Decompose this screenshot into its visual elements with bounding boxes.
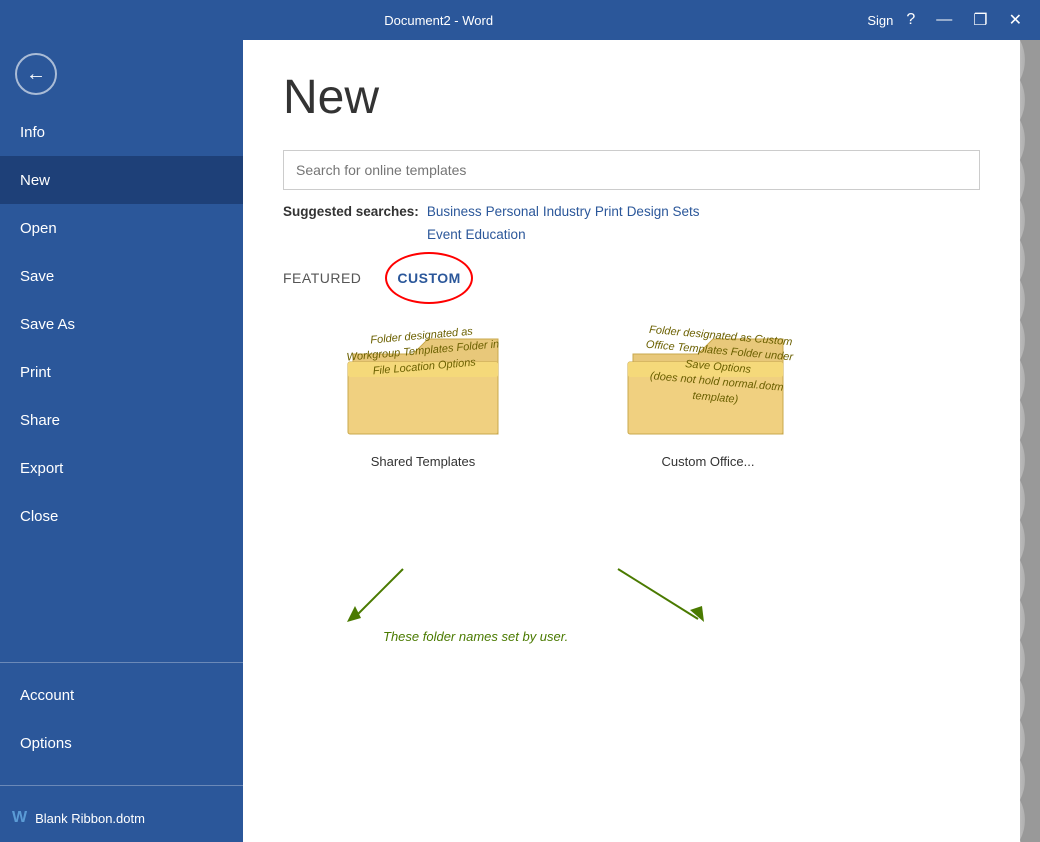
- help-button[interactable]: ?: [898, 8, 923, 32]
- sidebar-label-new: New: [20, 172, 50, 189]
- sidebar-bottom: Account Options: [0, 671, 243, 777]
- sidebar-label-open: Open: [20, 220, 57, 237]
- window-controls: Sign ? — ❐ ✕: [867, 8, 1030, 32]
- sidebar-item-options[interactable]: Options: [0, 719, 243, 767]
- app-title: Document2 - Word: [10, 13, 867, 28]
- sidebar-item-close[interactable]: Close: [0, 492, 243, 540]
- sidebar-divider-2: [0, 785, 243, 786]
- sidebar-label-export: Export: [20, 460, 63, 477]
- sidebar-label-account: Account: [20, 687, 74, 704]
- sidebar-label-print: Print: [20, 364, 51, 381]
- tab-featured[interactable]: FEATURED: [283, 262, 377, 294]
- sidebar-back: ←: [0, 40, 243, 108]
- recent-file-label: Blank Ribbon.dotm: [35, 811, 145, 826]
- tabs-row: FEATURED CUSTOM: [283, 262, 980, 294]
- sidebar-item-print[interactable]: Print: [0, 348, 243, 396]
- sidebar-nav: Info New Open Save Save As Print Share E…: [0, 108, 243, 654]
- sidebar-label-close: Close: [20, 508, 58, 525]
- sidebar-item-share[interactable]: Share: [0, 396, 243, 444]
- sidebar-label-info: Info: [20, 124, 45, 141]
- sidebar-recent-file[interactable]: W Blank Ribbon.dotm: [0, 794, 243, 842]
- sidebar: ← Info New Open Save Save As Print Share: [0, 40, 243, 842]
- sidebar-item-new[interactable]: New: [0, 156, 243, 204]
- tab-custom-wrapper: CUSTOM: [377, 262, 480, 294]
- word-file-icon: W: [12, 809, 27, 827]
- app-body: ← Info New Open Save Save As Print Share: [0, 40, 1040, 842]
- tab-custom[interactable]: CUSTOM: [377, 262, 480, 294]
- custom-office-folder[interactable]: Folder designated as CustomOffice Templa…: [623, 324, 793, 469]
- minimize-button[interactable]: —: [928, 8, 960, 32]
- custom-office-label: Custom Office...: [623, 454, 793, 469]
- shared-templates-folder[interactable]: Folder designated asWorkgroup Templates …: [343, 324, 503, 469]
- left-arrow-icon: [333, 564, 413, 624]
- sidebar-item-save[interactable]: Save: [0, 252, 243, 300]
- search-input[interactable]: [283, 150, 980, 190]
- restore-button[interactable]: ❐: [965, 8, 995, 32]
- sidebar-label-save-as: Save As: [20, 316, 75, 333]
- page-title: New: [283, 70, 980, 125]
- main-content: New Suggested searches:BusinessPersonalI…: [243, 40, 1020, 842]
- right-edge: [1020, 40, 1040, 842]
- close-button[interactable]: ✕: [1001, 8, 1030, 32]
- shared-templates-label: Shared Templates: [343, 454, 503, 469]
- sidebar-item-open[interactable]: Open: [0, 204, 243, 252]
- suggested-label: Suggested searches:: [283, 204, 419, 219]
- suggested-searches: Suggested searches:BusinessPersonalIndus…: [283, 204, 980, 242]
- sidebar-item-export[interactable]: Export: [0, 444, 243, 492]
- folder-note-area: These folder names set by user.: [383, 629, 568, 644]
- sidebar-label-save: Save: [20, 268, 54, 285]
- templates-area: Folder designated asWorkgroup Templates …: [283, 324, 980, 684]
- sidebar-label-share: Share: [20, 412, 60, 429]
- sidebar-item-save-as[interactable]: Save As: [0, 300, 243, 348]
- folder-note: These folder names set by user.: [383, 629, 568, 644]
- sidebar-item-account[interactable]: Account: [0, 671, 243, 719]
- sidebar-label-options: Options: [20, 735, 72, 752]
- sidebar-item-info[interactable]: Info: [0, 108, 243, 156]
- right-arrow-icon: [608, 564, 728, 624]
- back-button[interactable]: ←: [15, 53, 57, 95]
- title-bar: Document2 - Word Sign ? — ❐ ✕: [0, 0, 1040, 40]
- sign-in-area[interactable]: Sign: [867, 8, 893, 32]
- torn-edge-svg: [1020, 40, 1040, 842]
- sidebar-divider-1: [0, 662, 243, 663]
